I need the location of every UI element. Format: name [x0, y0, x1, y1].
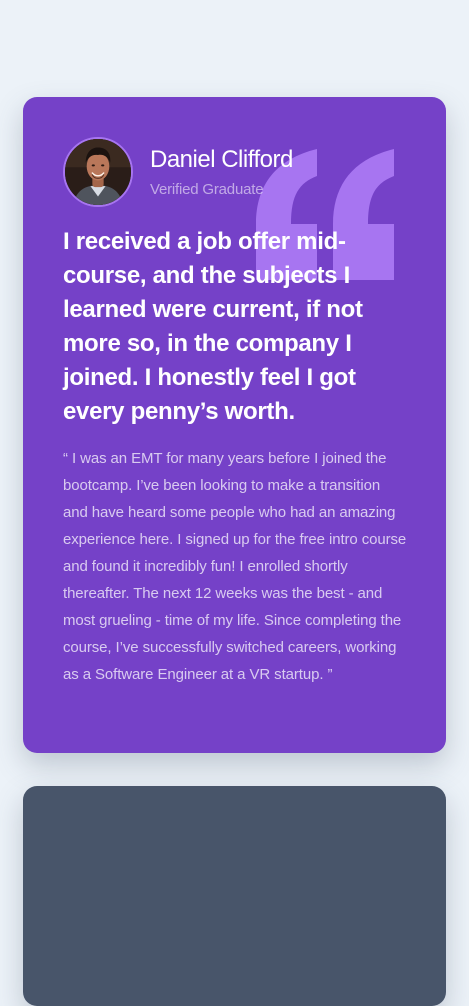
- testimonial-header: Daniel Clifford Verified Graduate: [63, 137, 293, 207]
- testimonial-card: Daniel Clifford Verified Graduate I rece…: [23, 97, 446, 753]
- next-testimonial-card: [23, 786, 446, 1006]
- person-info: Daniel Clifford Verified Graduate: [150, 146, 293, 199]
- person-role: Verified Graduate: [150, 180, 264, 198]
- avatar: [63, 137, 133, 207]
- testimonial-headline: I received a job offer mid-course, and t…: [63, 228, 363, 425]
- person-name: Daniel Clifford: [150, 145, 293, 173]
- testimonial-body: “ I was an EMT for many years before I j…: [63, 450, 407, 683]
- avatar-photo: [65, 139, 131, 205]
